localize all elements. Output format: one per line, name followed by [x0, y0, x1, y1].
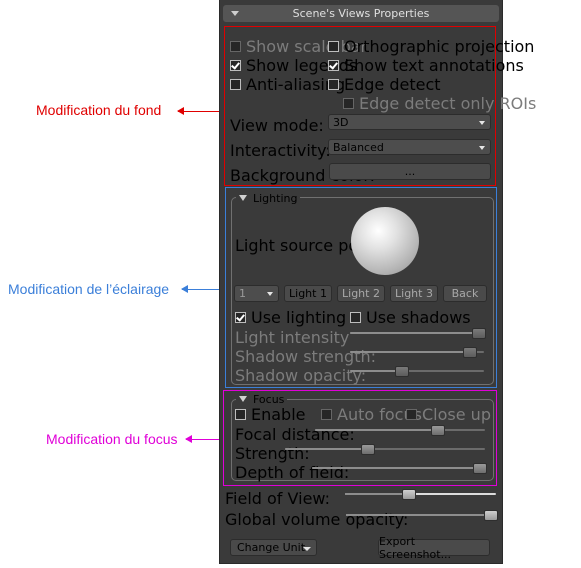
- checkbox-box: [406, 409, 417, 420]
- slider-handle[interactable]: [394, 366, 409, 377]
- focal-distance-slider[interactable]: [315, 425, 485, 436]
- edge-detect-checkbox[interactable]: Edge detect: [328, 75, 441, 94]
- lighting-group-title[interactable]: Lighting: [236, 192, 301, 205]
- collapse-triangle-icon[interactable]: [231, 11, 239, 16]
- checkbox-box: [328, 79, 339, 90]
- focus-group-title[interactable]: Focus: [236, 393, 288, 406]
- checkbox-box: [230, 41, 241, 52]
- slider-handle[interactable]: [463, 347, 478, 358]
- annotation-focus: Modification du focus: [46, 431, 178, 447]
- checkbox-box: [235, 409, 246, 420]
- light-source-sphere[interactable]: [351, 207, 419, 275]
- show-text-annotations-checkbox[interactable]: Show text annotations: [328, 56, 524, 75]
- slider-handle[interactable]: [431, 425, 446, 436]
- view-mode-dropdown[interactable]: 3D: [328, 114, 491, 130]
- checkbox-box: [350, 312, 361, 323]
- depth-of-field-slider[interactable]: [312, 463, 487, 474]
- interactivity-dropdown[interactable]: Balanced: [328, 139, 491, 155]
- chevron-down-icon: [303, 547, 311, 551]
- light-1-button[interactable]: Light 1: [284, 285, 332, 302]
- panel-title-bar[interactable]: Scene's Views Properties: [223, 5, 499, 22]
- light-select-dropdown[interactable]: 1: [234, 285, 279, 302]
- annotation-eclairage-arrow: [181, 285, 224, 293]
- interactivity-label: Interactivity:: [230, 141, 331, 160]
- checkbox-box: [321, 409, 332, 420]
- annotation-focus-arrow: [185, 435, 222, 443]
- annotation-eclairage: Modification de l’éclairage: [8, 281, 170, 297]
- shadow-opacity-slider[interactable]: [350, 366, 484, 377]
- chevron-down-icon: [479, 121, 485, 125]
- annotation-fond-arrow: [177, 107, 219, 115]
- light-intensity-label: Light intensity: [235, 328, 350, 347]
- focus-enable-checkbox[interactable]: Enable: [235, 405, 306, 424]
- collapse-triangle-icon[interactable]: [239, 195, 247, 201]
- global-volume-opacity-slider[interactable]: [346, 510, 498, 521]
- slider-handle[interactable]: [402, 489, 417, 500]
- checkbox-box: [230, 60, 241, 71]
- checkbox-box: [235, 312, 246, 323]
- close-up-checkbox[interactable]: Close up: [406, 405, 491, 424]
- use-shadows-checkbox[interactable]: Use shadows: [350, 308, 471, 327]
- slider-handle[interactable]: [473, 463, 487, 474]
- annotation-fond: Modification du fond: [36, 102, 162, 118]
- checkbox-box: [230, 79, 241, 90]
- edge-detect-only-rois-checkbox[interactable]: Edge detect only ROIs: [343, 94, 536, 113]
- field-of-view-label: Field of View:: [225, 489, 331, 508]
- checkbox-box: [328, 60, 339, 71]
- change-unit-button[interactable]: Change Unit: [230, 539, 317, 556]
- light-3-button[interactable]: Light 3: [390, 285, 438, 302]
- slider-handle[interactable]: [484, 510, 498, 521]
- shadow-opacity-label: Shadow opacity:: [235, 366, 367, 385]
- use-lighting-checkbox[interactable]: Use lighting: [235, 308, 346, 327]
- panel-title: Scene's Views Properties: [292, 7, 430, 20]
- back-button[interactable]: Back: [443, 285, 487, 302]
- background-color-button[interactable]: ...: [329, 163, 491, 180]
- light-intensity-slider[interactable]: [350, 328, 486, 339]
- orthographic-projection-checkbox[interactable]: Orthographic projection: [328, 37, 534, 56]
- chevron-down-icon: [479, 146, 485, 150]
- view-mode-label: View mode:: [230, 116, 324, 135]
- checkbox-box: [343, 98, 354, 109]
- shadow-strength-slider[interactable]: [350, 347, 484, 358]
- light-2-button[interactable]: Light 2: [337, 285, 385, 302]
- slider-handle[interactable]: [361, 444, 375, 455]
- checkbox-box: [328, 41, 339, 52]
- slider-handle[interactable]: [472, 328, 486, 339]
- chevron-down-icon: [267, 292, 273, 296]
- collapse-triangle-icon[interactable]: [239, 396, 247, 402]
- strength-slider[interactable]: [285, 444, 485, 455]
- field-of-view-slider[interactable]: [345, 489, 496, 500]
- export-screenshot-button[interactable]: Export Screenshot...: [378, 535, 490, 561]
